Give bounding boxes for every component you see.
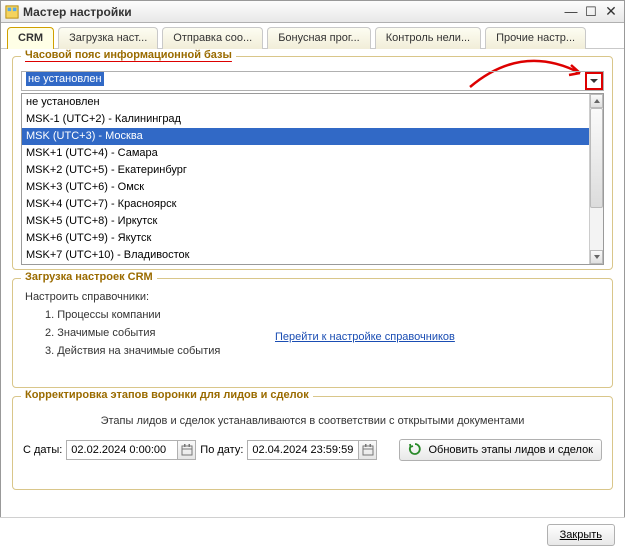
crm-list-item: 3. Действия на значимые события	[45, 345, 600, 357]
date-from-field[interactable]: 02.02.2024 0:00:00	[66, 440, 196, 460]
timezone-group: Часовой пояс информационной базы не уста…	[12, 56, 613, 270]
date-to-field[interactable]: 02.04.2024 23:59:59	[247, 440, 377, 460]
date-from-label: С даты:	[23, 444, 62, 456]
funnel-group-title: Корректировка этапов воронки для лидов и…	[21, 389, 313, 401]
scroll-up-button[interactable]	[590, 94, 603, 108]
date-from-value: 02.02.2024 0:00:00	[67, 444, 177, 456]
crm-intro-label: Настроить справочники:	[25, 291, 600, 303]
timezone-option[interactable]: MSK+7 (UTC+10) - Владивосток	[22, 247, 589, 264]
timezone-option[interactable]: MSK+6 (UTC+9) - Якутск	[22, 230, 589, 247]
tab-1[interactable]: Загрузка наст...	[58, 27, 158, 49]
window-close-button[interactable]: ✕	[602, 4, 620, 20]
timezone-option[interactable]: MSK (UTC+3) - Москва	[22, 128, 589, 145]
tab-4[interactable]: Контроль нели...	[375, 27, 481, 49]
refresh-icon	[408, 442, 422, 459]
scroll-down-button[interactable]	[590, 250, 603, 264]
timezone-input[interactable]: не установлен	[22, 72, 585, 90]
date-to-value: 02.04.2024 23:59:59	[248, 444, 358, 456]
tab-5[interactable]: Прочие настр...	[485, 27, 586, 49]
timezone-option[interactable]: MSK-1 (UTC+2) - Калининград	[22, 111, 589, 128]
crm-group-title: Загрузка настроек CRM	[21, 271, 157, 283]
crm-settings-group: Загрузка настроек CRM Настроить справочн…	[12, 278, 613, 388]
footer: Закрыть	[0, 517, 625, 551]
maximize-button[interactable]: ☐	[582, 4, 600, 20]
calendar-from-button[interactable]	[177, 441, 195, 459]
dropdown-scrollbar[interactable]	[589, 94, 603, 264]
timezone-value: не установлен	[26, 72, 104, 86]
timezone-option[interactable]: MSK+3 (UTC+6) - Омск	[22, 179, 589, 196]
timezone-option[interactable]: MSK+4 (UTC+7) - Красноярск	[22, 196, 589, 213]
update-button-label: Обновить этапы лидов и сделок	[428, 444, 593, 456]
timezone-option[interactable]: MSK+1 (UTC+4) - Самара	[22, 145, 589, 162]
timezone-option[interactable]: MSK+2 (UTC+5) - Екатеринбург	[22, 162, 589, 179]
timezone-option[interactable]: MSK+5 (UTC+8) - Иркутск	[22, 213, 589, 230]
app-icon	[5, 5, 19, 19]
crm-settings-link[interactable]: Перейти к настройке справочников	[275, 331, 455, 343]
close-button[interactable]: Закрыть	[547, 524, 615, 546]
timezone-dropdown-button[interactable]	[585, 72, 603, 90]
minimize-button[interactable]: —	[562, 4, 580, 20]
calendar-to-button[interactable]	[358, 441, 376, 459]
tab-0[interactable]: CRM	[7, 27, 54, 49]
scroll-track[interactable]	[590, 108, 603, 250]
close-button-label: Закрыть	[560, 529, 602, 541]
tab-3[interactable]: Бонусная прог...	[267, 27, 371, 49]
timezone-option[interactable]: не установлен	[22, 94, 589, 111]
window-title: Мастер настройки	[23, 5, 560, 19]
tab-row: CRMЗагрузка наст...Отправка соо...Бонусн…	[1, 23, 624, 49]
timezone-dropdown-list: не установленMSK-1 (UTC+2) - Калининград…	[21, 93, 604, 265]
tab-2[interactable]: Отправка соо...	[162, 27, 263, 49]
update-stages-button[interactable]: Обновить этапы лидов и сделок	[399, 439, 602, 461]
timezone-group-title: Часовой пояс информационной базы	[21, 49, 236, 61]
funnel-note: Этапы лидов и сделок устанавливаются в с…	[23, 415, 602, 427]
funnel-group: Корректировка этапов воронки для лидов и…	[12, 396, 613, 490]
crm-list-item: 1. Процессы компании	[45, 309, 600, 321]
timezone-field: не установлен	[21, 71, 604, 91]
date-to-label: По дату:	[200, 444, 243, 456]
scroll-thumb[interactable]	[590, 108, 603, 208]
